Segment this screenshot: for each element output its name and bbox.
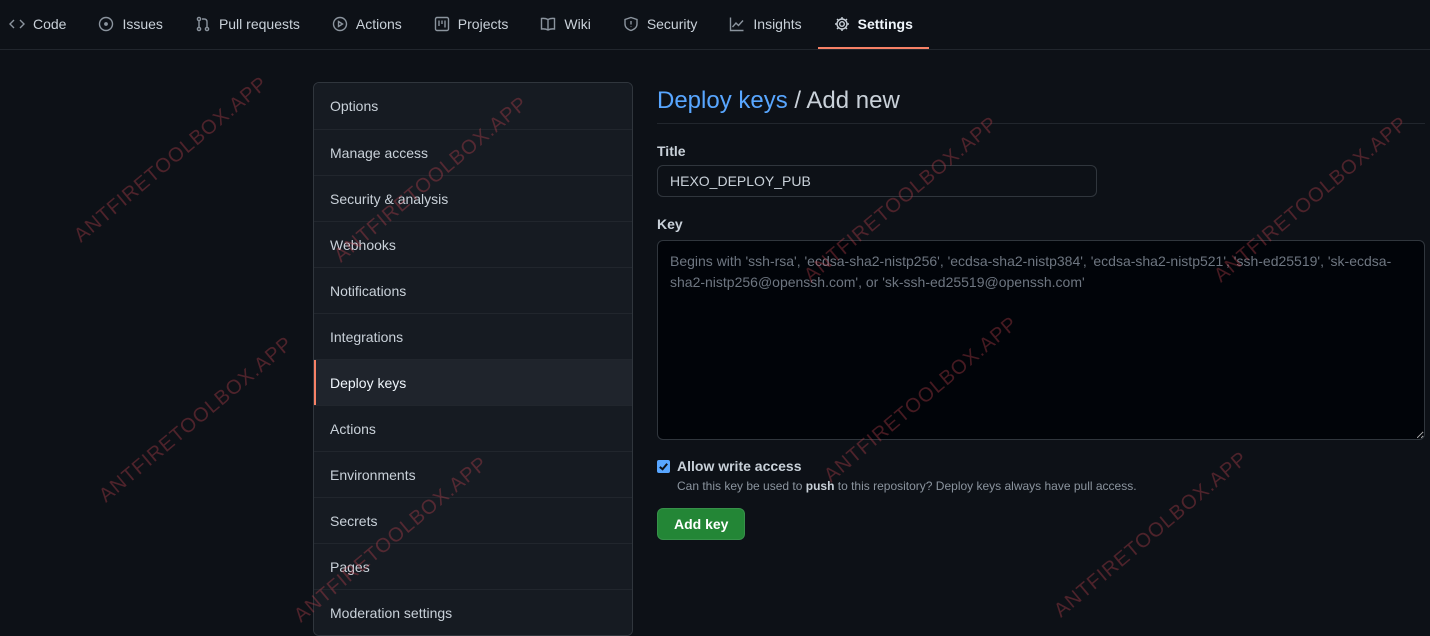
- code-icon: [9, 19, 25, 28]
- page-title-suffix: / Add new: [787, 87, 900, 114]
- tab-label: Settings: [857, 15, 913, 32]
- issue-icon: [99, 16, 114, 31]
- tab-issues[interactable]: Issues: [82, 0, 178, 49]
- tab-label: Code: [33, 15, 67, 32]
- watermark: ANTFIRETOOLBOX.APP: [70, 72, 273, 247]
- tab-projects[interactable]: Projects: [418, 0, 525, 49]
- repo-nav: Code Issues Pull requests Actions Projec…: [0, 0, 1430, 50]
- key-textarea[interactable]: [657, 240, 1425, 440]
- title-input[interactable]: [657, 165, 1097, 197]
- sidebar-item-manage-access[interactable]: Manage access: [314, 129, 632, 175]
- tab-pull-requests[interactable]: Pull requests: [179, 0, 316, 49]
- sidebar-item-pages[interactable]: Pages: [314, 543, 632, 589]
- tab-security[interactable]: Security: [607, 0, 714, 49]
- sidebar-item-environments[interactable]: Environments: [314, 451, 632, 497]
- gear-icon: [834, 16, 849, 31]
- tab-label: Insights: [753, 15, 802, 32]
- sidebar-item-moderation-settings[interactable]: Moderation settings: [314, 589, 632, 635]
- page-title: Deploy keys / Add new: [657, 82, 1425, 124]
- deploy-key-form: Deploy keys / Add new Title Key Allow wr…: [657, 82, 1425, 540]
- allow-write-checkbox[interactable]: [657, 459, 670, 473]
- sidebar-item-integrations[interactable]: Integrations: [314, 313, 632, 359]
- watermark: ANTFIRETOOLBOX.APP: [95, 332, 298, 507]
- title-label: Title: [657, 143, 686, 159]
- allow-write-label[interactable]: Allow write access: [677, 458, 802, 474]
- tab-actions[interactable]: Actions: [316, 0, 418, 49]
- sidebar-item-options[interactable]: Options: [314, 83, 632, 129]
- tab-insights[interactable]: Insights: [713, 0, 817, 49]
- allow-write-row: Allow write access: [657, 458, 1425, 474]
- tab-label: Pull requests: [218, 15, 300, 32]
- sidebar-item-deploy-keys[interactable]: Deploy keys: [314, 359, 632, 405]
- add-key-button[interactable]: Add key: [657, 508, 746, 540]
- book-icon: [541, 17, 556, 31]
- play-icon: [332, 16, 348, 31]
- project-icon: [434, 16, 449, 31]
- tab-label: Projects: [457, 15, 509, 32]
- note-text-end: to this repository? Deploy keys always h…: [834, 479, 1137, 493]
- settings-sidebar: Options Manage access Security & analysi…: [313, 82, 633, 636]
- tab-settings[interactable]: Settings: [817, 0, 929, 49]
- check-icon: [659, 462, 668, 471]
- tab-code[interactable]: Code: [0, 0, 82, 49]
- note-text-bold: push: [805, 479, 835, 493]
- tab-wiki[interactable]: Wiki: [524, 0, 606, 49]
- sidebar-item-webhooks[interactable]: Webhooks: [314, 221, 632, 267]
- tab-label: Actions: [355, 15, 402, 32]
- tab-label: Wiki: [564, 15, 591, 32]
- sidebar-item-secrets[interactable]: Secrets: [314, 497, 632, 543]
- allow-write-note: Can this key be used to push to this rep…: [677, 479, 1425, 493]
- tab-label: Issues: [122, 15, 163, 32]
- pull-request-icon: [196, 16, 210, 31]
- sidebar-item-security-analysis[interactable]: Security & analysis: [314, 175, 632, 221]
- shield-icon: [624, 16, 638, 31]
- tab-label: Security: [646, 15, 698, 32]
- sidebar-item-notifications[interactable]: Notifications: [314, 267, 632, 313]
- key-label: Key: [657, 216, 683, 232]
- note-text-start: Can this key be used to: [677, 479, 806, 493]
- deploy-keys-link[interactable]: Deploy keys: [657, 87, 788, 114]
- graph-icon: [730, 17, 744, 31]
- sidebar-item-actions[interactable]: Actions: [314, 405, 632, 451]
